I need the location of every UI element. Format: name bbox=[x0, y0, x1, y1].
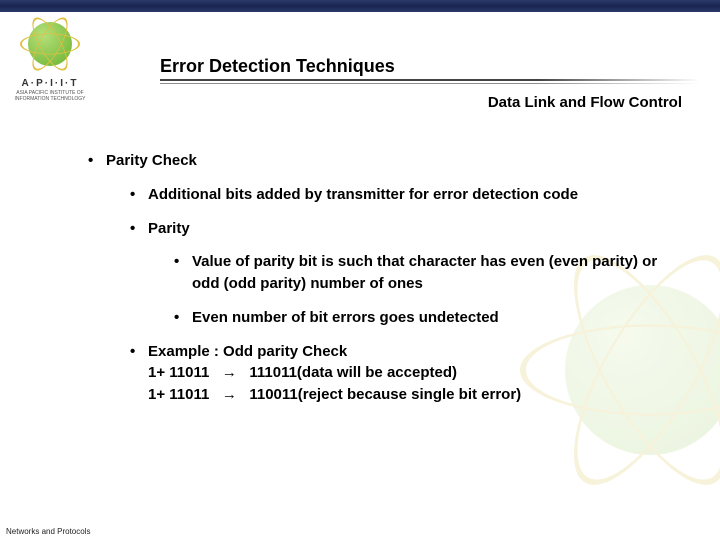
globe-icon bbox=[20, 14, 80, 74]
example-2-output: 110011(reject because single bit error) bbox=[249, 386, 521, 403]
footer-text: Networks and Protocols bbox=[6, 527, 90, 536]
example-2-input: 1+ 11011 bbox=[148, 386, 209, 403]
example-line-2: 1+ 11011 → 110011(reject because single … bbox=[70, 384, 684, 406]
content-body: Parity Check Additional bits added by tr… bbox=[70, 150, 684, 406]
bullet-additional-bits: Additional bits added by transmitter for… bbox=[70, 184, 684, 206]
example-1-input: 1+ 11011 bbox=[148, 364, 209, 381]
example-line-1: 1+ 11011 → 111011(data will be accepted) bbox=[70, 362, 684, 384]
bullet-parity: Parity bbox=[70, 218, 684, 240]
title-rule-thin bbox=[160, 83, 700, 84]
title-rule bbox=[160, 79, 700, 81]
logo-subtext: ASIA PACIFIC INSTITUTE OF INFORMATION TE… bbox=[10, 91, 90, 102]
arrow-icon: → bbox=[222, 364, 237, 381]
example-1-output: 111011(data will be accepted) bbox=[249, 364, 457, 381]
bullet-even-errors: Even number of bit errors goes undetecte… bbox=[70, 307, 684, 329]
logo-text: A·P·I·I·T bbox=[10, 78, 90, 89]
bullet-parity-value: Value of parity bit is such that charact… bbox=[70, 251, 684, 295]
slide-title: Error Detection Techniques bbox=[160, 56, 700, 77]
logo: A·P·I·I·T ASIA PACIFIC INSTITUTE OF INFO… bbox=[10, 14, 90, 134]
arrow-icon: → bbox=[222, 386, 237, 403]
bullet-example-lead: Example : Odd parity Check bbox=[70, 341, 684, 363]
slide-subtitle: Data Link and Flow Control bbox=[160, 94, 682, 111]
title-block: Error Detection Techniques Data Link and… bbox=[160, 56, 700, 111]
top-bar bbox=[0, 0, 720, 12]
bullet-parity-check: Parity Check bbox=[70, 150, 684, 172]
